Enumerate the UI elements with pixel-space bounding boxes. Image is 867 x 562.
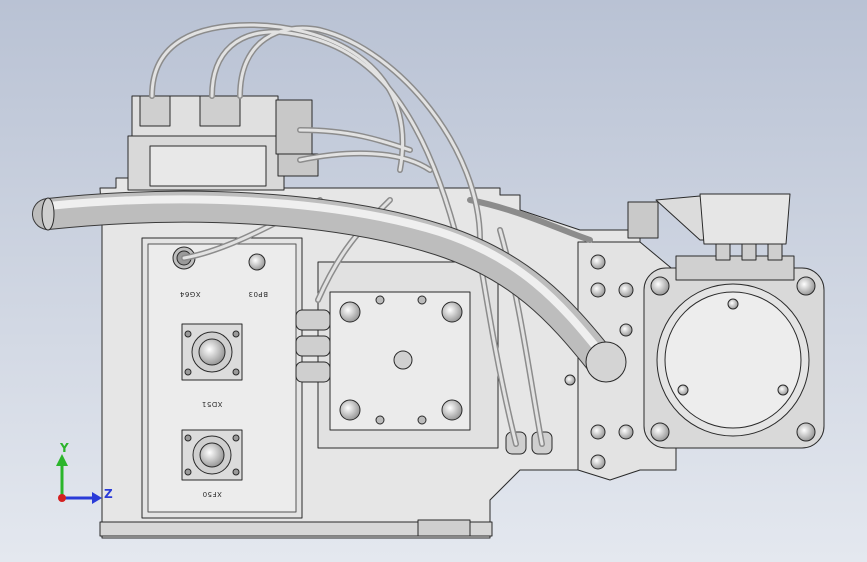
xd51-connector[interactable] bbox=[181, 323, 243, 381]
cylinder-block[interactable] bbox=[317, 261, 499, 449]
cad-model-view[interactable]: XG64 BP03 XD51 XF50 Y Z bbox=[0, 0, 867, 562]
xd51-label: XD51 bbox=[201, 400, 222, 408]
xg64-label: XG64 bbox=[179, 290, 200, 298]
z-axis-label: Z bbox=[104, 487, 113, 501]
y-axis-label: Y bbox=[59, 441, 69, 455]
bp03-label: BP03 bbox=[248, 290, 268, 298]
cad-viewport[interactable]: XG64 BP03 XD51 XF50 Y Z bbox=[0, 0, 867, 562]
xf50-connector[interactable] bbox=[181, 429, 243, 481]
origin-point bbox=[58, 494, 66, 502]
bp03-knob[interactable] bbox=[248, 253, 266, 271]
servo-motor[interactable] bbox=[643, 255, 825, 449]
top-valve-block[interactable] bbox=[127, 95, 319, 191]
xf50-label: XF50 bbox=[202, 490, 222, 498]
